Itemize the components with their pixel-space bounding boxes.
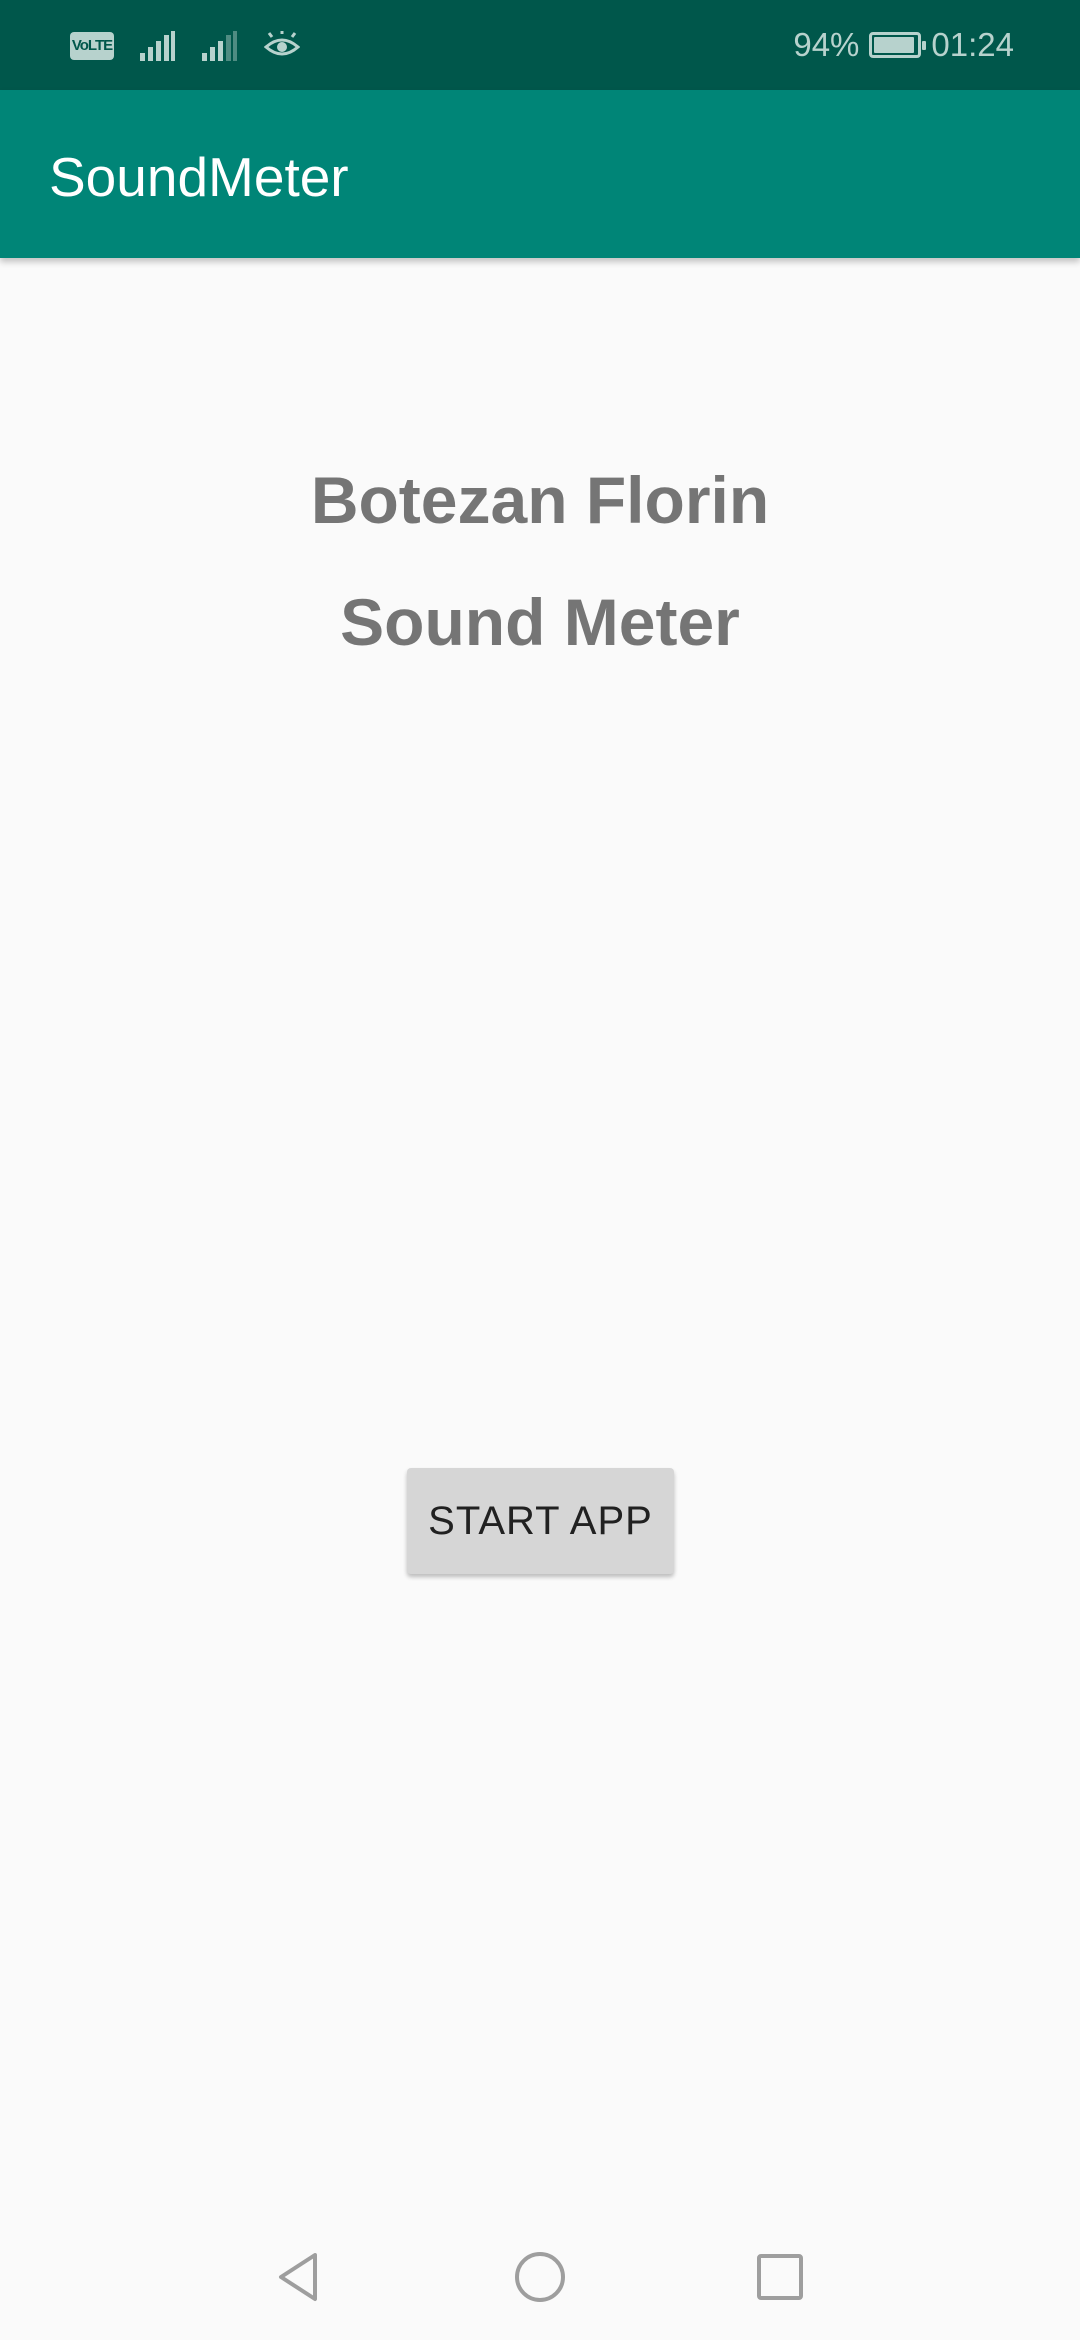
- back-button[interactable]: [254, 2232, 344, 2322]
- navigation-bar: [0, 2210, 1080, 2340]
- status-bar: VoLTE 94% 01:24: [0, 0, 1080, 90]
- app-title: SoundMeter: [49, 146, 349, 208]
- status-right: 94% 01:24: [793, 26, 1014, 64]
- home-button[interactable]: [495, 2232, 585, 2322]
- battery-icon: [869, 32, 927, 58]
- signal-icon: [140, 31, 175, 61]
- battery-fill: [874, 37, 914, 53]
- back-icon: [279, 2253, 317, 2301]
- start-app-button[interactable]: START APP: [407, 1468, 674, 1574]
- app-bar: SoundMeter: [0, 90, 1080, 258]
- status-left-icons: VoLTE: [70, 28, 300, 64]
- signal-icon: [202, 31, 237, 61]
- heading-app-name: Sound Meter: [340, 585, 740, 659]
- clock: 01:24: [931, 26, 1014, 63]
- volte-icon: VoLTE: [70, 32, 114, 60]
- recent-apps-button[interactable]: [735, 2232, 825, 2322]
- battery-percent: 94%: [793, 26, 860, 63]
- home-icon: [515, 2252, 565, 2302]
- eye-icon: [264, 31, 300, 56]
- recent-apps-icon: [757, 2254, 803, 2300]
- heading-name: Botezan Florin: [310, 463, 770, 537]
